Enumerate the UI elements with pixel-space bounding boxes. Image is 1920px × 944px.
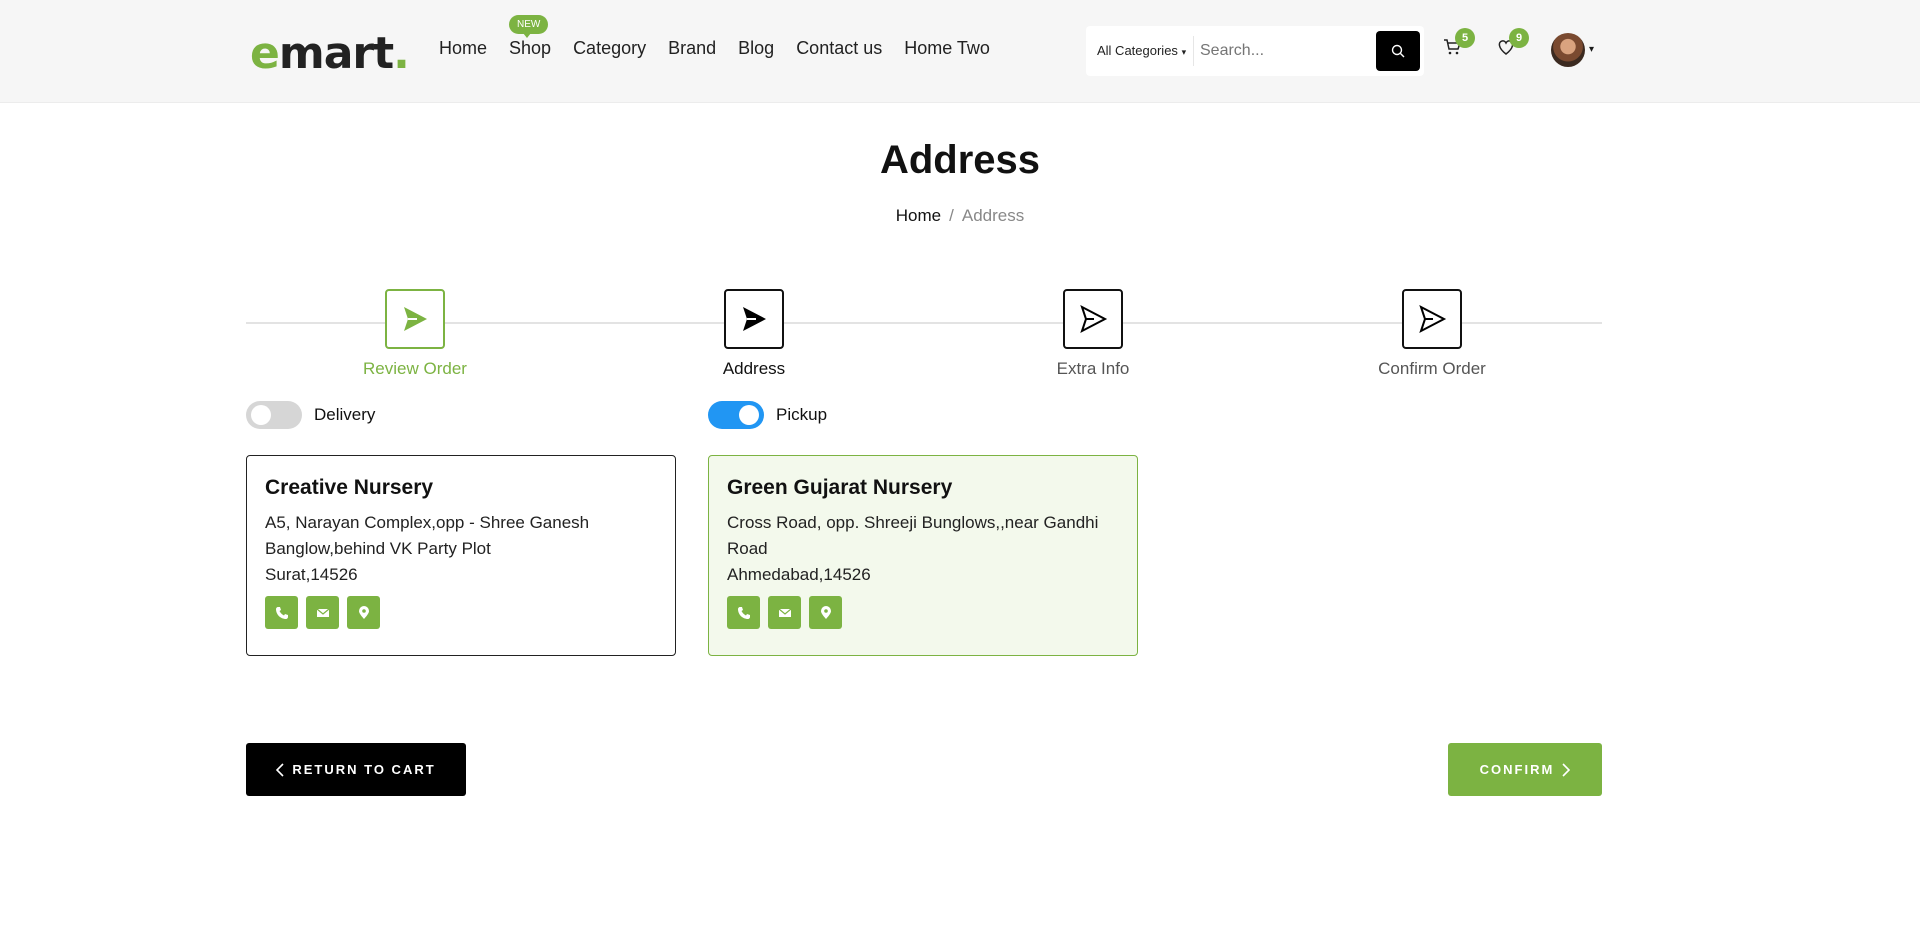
mail-icon — [778, 608, 791, 617]
step-box — [724, 289, 784, 349]
cart-button[interactable]: 5 — [1443, 28, 1475, 61]
address-actions — [727, 596, 1119, 629]
step-label: Address — [722, 359, 786, 378]
breadcrumb-home[interactable]: Home — [896, 206, 941, 225]
address-city: Ahmedabad,14526 — [727, 565, 871, 584]
breadcrumb: Home / Address — [0, 206, 1920, 226]
email-button[interactable] — [306, 596, 339, 629]
confirm-button[interactable]: CONFIRM — [1448, 743, 1602, 796]
cart-count: 5 — [1455, 28, 1475, 48]
step-confirm-order[interactable]: Confirm Order — [1332, 289, 1532, 379]
delivery-label: Delivery — [314, 405, 376, 424]
new-badge: NEW — [509, 15, 549, 38]
step-review-order[interactable]: Review Order — [315, 289, 515, 379]
address-name: Creative Nursery — [265, 476, 434, 499]
step-label: Extra Info — [1056, 359, 1130, 378]
phone-button[interactable] — [265, 596, 298, 629]
step-box — [1063, 289, 1123, 349]
nav-contact[interactable]: Contact us — [796, 38, 882, 59]
logo[interactable]: emart. — [250, 28, 410, 79]
step-label: Review Order — [363, 359, 467, 378]
phone-icon — [275, 606, 288, 619]
send-icon — [1419, 304, 1447, 334]
step-label: Confirm Order — [1378, 359, 1486, 378]
send-icon — [404, 307, 427, 331]
mail-icon — [316, 608, 329, 617]
chevron-left-icon — [276, 762, 284, 777]
pickup-toggle-row: Pickup — [708, 401, 827, 429]
pickup-toggle[interactable] — [708, 401, 764, 429]
address-line: Cross Road, opp. Shreeji Bunglows,,near … — [727, 513, 1099, 558]
send-icon — [1080, 304, 1108, 334]
location-pin-icon — [358, 605, 369, 619]
breadcrumb-current: Address — [961, 206, 1025, 225]
search-icon — [1391, 44, 1405, 58]
send-icon — [743, 307, 766, 331]
chevron-down-icon[interactable]: ▾ — [1589, 44, 1594, 55]
address-line: A5, Narayan Complex,opp - Shree Ganesh B… — [265, 513, 590, 558]
location-button[interactable] — [347, 596, 380, 629]
delivery-toggle[interactable] — [246, 401, 302, 429]
wishlist-count: 9 — [1509, 28, 1529, 48]
location-pin-icon — [820, 605, 831, 619]
address-city: Surat,14526 — [265, 565, 358, 584]
address-actions — [265, 596, 657, 629]
header: emart. Home NEW Shop Category Brand Blog … — [0, 0, 1920, 103]
search-button[interactable] — [1376, 31, 1420, 71]
step-extra-info[interactable]: Extra Info — [993, 289, 1193, 379]
phone-button[interactable] — [727, 596, 760, 629]
return-to-cart-button[interactable]: RETURN TO CART — [246, 743, 466, 796]
chevron-right-icon — [1562, 762, 1571, 777]
search-bar: All Categories ▾ — [1086, 26, 1424, 76]
nav-home[interactable]: Home — [439, 38, 487, 59]
page-title: Address — [879, 138, 1041, 182]
address-card[interactable]: Creative Nursery A5, Narayan Complex,opp… — [246, 455, 676, 656]
nav-category[interactable]: Category — [573, 38, 646, 59]
address-name: Green Gujarat Nursery — [727, 476, 953, 499]
nav-blog[interactable]: Blog — [738, 38, 774, 59]
search-input[interactable] — [1194, 42, 1374, 60]
breadcrumb-separator: / — [949, 206, 954, 225]
email-button[interactable] — [768, 596, 801, 629]
location-button[interactable] — [809, 596, 842, 629]
nav-brand[interactable]: Brand — [668, 38, 716, 59]
step-box — [1402, 289, 1462, 349]
nav-shop[interactable]: NEW Shop — [509, 15, 551, 59]
address-card-selected[interactable]: Green Gujarat Nursery Cross Road, opp. S… — [708, 455, 1138, 656]
delivery-toggle-row: Delivery — [246, 401, 375, 429]
category-select[interactable]: All Categories ▾ — [1086, 36, 1194, 66]
phone-icon — [737, 606, 750, 619]
nav-home-two[interactable]: Home Two — [904, 38, 990, 59]
wishlist-button[interactable]: 9 — [1497, 28, 1529, 61]
step-box — [385, 289, 445, 349]
main-nav: Home NEW Shop Category Brand Blog Contact… — [439, 15, 990, 59]
avatar[interactable] — [1551, 33, 1585, 67]
step-address[interactable]: Address — [654, 289, 854, 379]
pickup-label: Pickup — [776, 405, 828, 424]
